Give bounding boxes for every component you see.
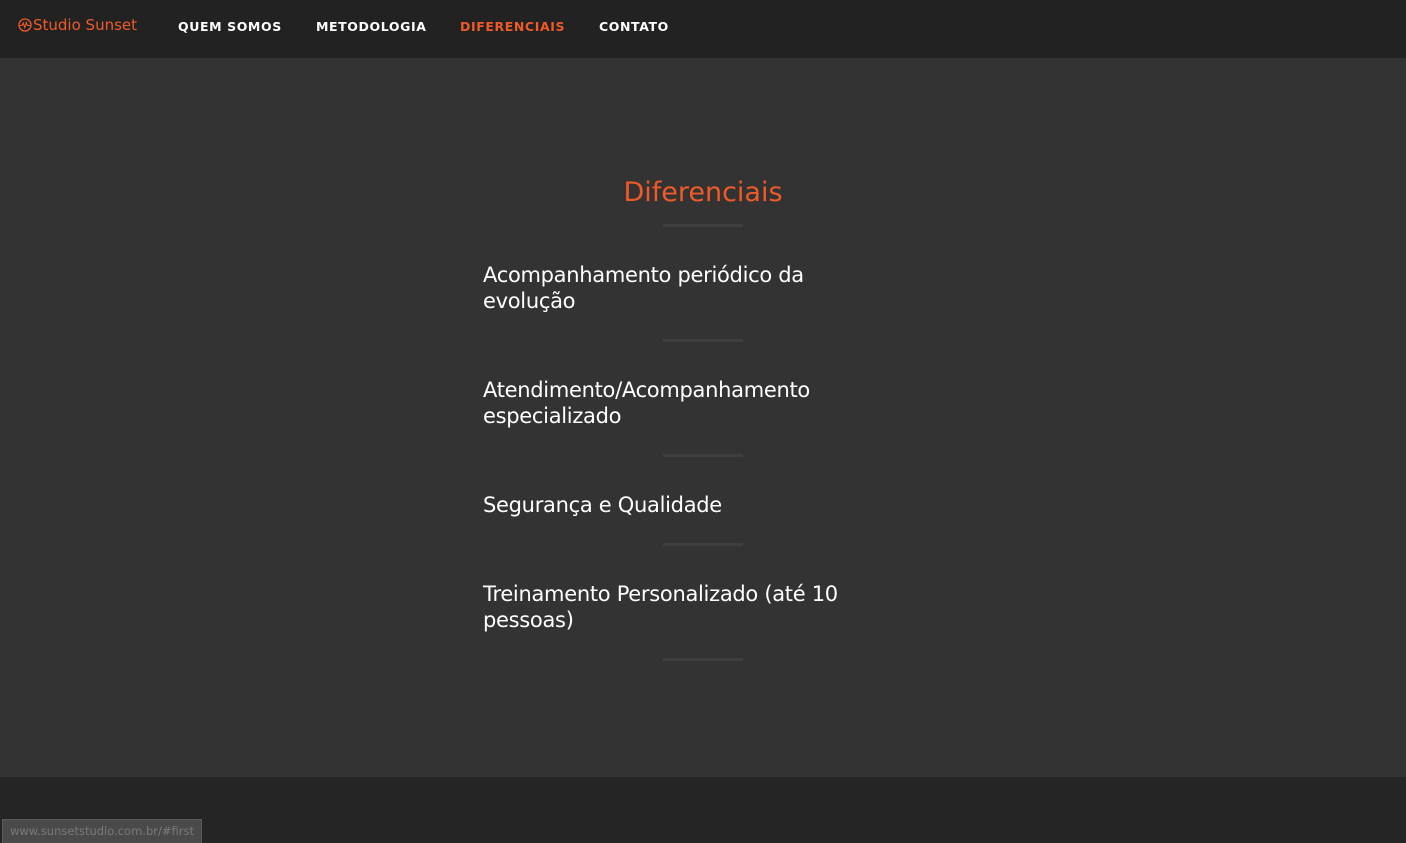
brand-link[interactable]: Studio Sunset (18, 16, 137, 34)
item-divider (663, 543, 743, 546)
footer (0, 777, 1406, 843)
item-divider (663, 658, 743, 661)
brand-name: Studio Sunset (33, 16, 138, 34)
list-item: Acompanhamento periódico da evolução (483, 263, 804, 313)
item-divider (663, 454, 743, 457)
nav-link-contato[interactable]: CONTATO (599, 19, 669, 34)
nav-link-metodologia[interactable]: METODOLOGIA (316, 19, 426, 34)
nav-link-diferenciais[interactable]: DIFERENCIAIS (460, 19, 565, 34)
section-title: Diferenciais (623, 177, 783, 208)
heartbeat-circle-icon (18, 18, 32, 32)
diferenciais-section: Diferenciais Acompanhamento periódico da… (0, 58, 1406, 777)
list-item: Segurança e Qualidade (483, 493, 722, 517)
list-item: Treinamento Personalizado (até 10 pessoa… (483, 582, 838, 632)
title-divider (663, 224, 743, 227)
item-divider (663, 339, 743, 342)
list-item: Atendimento/Acompanhamento especializado (483, 378, 810, 428)
status-bar-url: www.sunsetstudio.com.br/#first (2, 819, 202, 843)
top-navbar: Studio Sunset QUEM SOMOS METODOLOGIA DIF… (0, 0, 1406, 58)
nav-link-quem-somos[interactable]: QUEM SOMOS (178, 19, 282, 34)
